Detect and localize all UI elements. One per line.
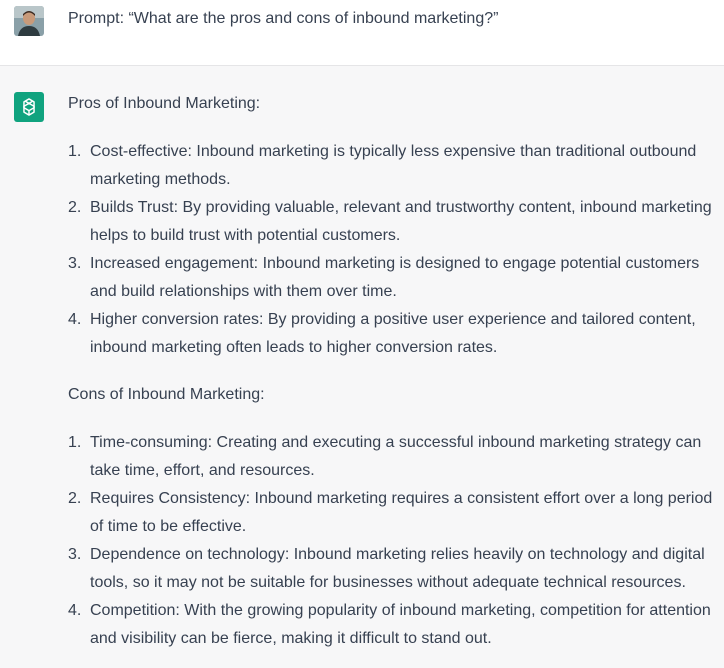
list-item-text: Increased engagement: Inbound marketing … xyxy=(90,255,700,300)
list-item-text: Competition: With the growing popularity… xyxy=(90,602,711,647)
list-item: 2. Builds Trust: By providing valuable, r… xyxy=(68,194,718,250)
list-number: 4. xyxy=(68,311,82,328)
list-item-text: Time-consuming: Creating and executing a… xyxy=(90,434,702,479)
assistant-message-row: Pros of Inbound Marketing: 1. Cost-effect… xyxy=(0,66,724,668)
user-avatar-photo xyxy=(14,6,44,36)
list-number: 2. xyxy=(68,490,82,507)
list-number: 3. xyxy=(68,255,82,272)
list-item: 2. Requires Consistency: Inbound marketin… xyxy=(68,485,718,541)
assistant-response: Pros of Inbound Marketing: 1. Cost-effect… xyxy=(68,93,718,653)
list-item: 4. Competition: With the growing populari… xyxy=(68,597,718,653)
list-item-text: Higher conversion rates: By providing a … xyxy=(90,311,696,356)
list-number: 1. xyxy=(68,143,82,160)
list-number: 1. xyxy=(68,434,82,451)
user-prompt-text: Prompt: “What are the pros and cons of i… xyxy=(68,10,499,27)
openai-logo-icon xyxy=(14,92,44,122)
list-item-text: Builds Trust: By providing valuable, rel… xyxy=(90,199,712,244)
list-number: 3. xyxy=(68,546,82,563)
pros-heading: Pros of Inbound Marketing: xyxy=(68,95,261,112)
list-item-text: Cost-effective: Inbound marketing is typ… xyxy=(90,143,697,188)
list-item-text: Dependence on technology: Inbound market… xyxy=(90,546,705,591)
pros-list: 1. Cost-effective: Inbound marketing is t… xyxy=(68,138,718,362)
list-item: 3. Increased engagement: Inbound marketin… xyxy=(68,250,718,306)
list-number: 2. xyxy=(68,199,82,216)
list-item: 3. Dependence on technology: Inbound mark… xyxy=(68,541,718,597)
cons-heading: Cons of Inbound Marketing: xyxy=(68,386,265,403)
list-number: 4. xyxy=(68,602,82,619)
user-message-row: Prompt: “What are the pros and cons of i… xyxy=(0,0,724,66)
list-item: 1. Time-consuming: Creating and executing… xyxy=(68,429,718,485)
list-item-text: Requires Consistency: Inbound marketing … xyxy=(90,490,713,535)
list-item: 4. Higher conversion rates: By providing … xyxy=(68,306,718,362)
cons-list: 1. Time-consuming: Creating and executing… xyxy=(68,429,718,653)
list-item: 1. Cost-effective: Inbound marketing is t… xyxy=(68,138,718,194)
user-avatar xyxy=(14,6,44,36)
